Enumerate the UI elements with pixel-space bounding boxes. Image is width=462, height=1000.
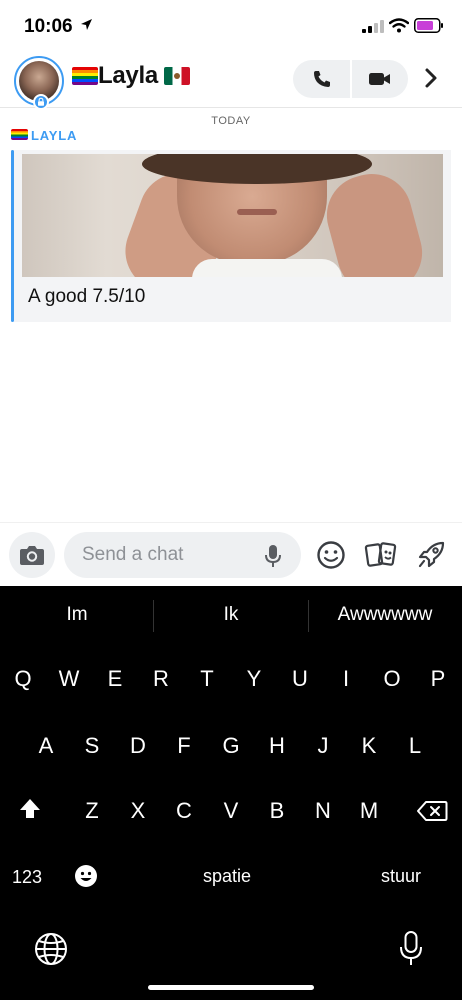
key-z[interactable]: Z xyxy=(75,798,109,824)
key-j[interactable]: J xyxy=(306,733,340,759)
chat-input[interactable] xyxy=(82,532,262,578)
sender-name: LAYLA xyxy=(31,128,78,143)
camera-icon xyxy=(20,546,44,565)
key-x[interactable]: X xyxy=(121,798,155,824)
smiley-icon xyxy=(317,541,345,569)
avatar[interactable] xyxy=(14,56,64,110)
key-e[interactable]: E xyxy=(98,666,132,692)
key-c[interactable]: C xyxy=(167,798,201,824)
suggestion-1[interactable]: Im xyxy=(52,604,102,626)
sender-label: LAYLA xyxy=(11,128,77,143)
suggestion-bar: Im Ik Awwwwww xyxy=(0,586,462,648)
signal-icon xyxy=(362,20,384,33)
mexico-flag-icon xyxy=(163,67,190,85)
video-camera-icon xyxy=(368,73,390,85)
message-caption: A good 7.5/10 xyxy=(28,286,146,307)
key-s[interactable]: S xyxy=(75,733,109,759)
stickers-button[interactable] xyxy=(364,538,398,572)
emoji-button[interactable] xyxy=(314,538,348,572)
key-m[interactable]: M xyxy=(352,798,386,824)
key-w[interactable]: W xyxy=(52,666,86,692)
key-g[interactable]: G xyxy=(214,733,248,759)
emoji-keyboard-icon[interactable] xyxy=(74,864,98,888)
composer-bar xyxy=(0,522,462,586)
numbers-key[interactable]: 123 xyxy=(12,867,42,888)
key-l[interactable]: L xyxy=(398,733,432,759)
contact-name[interactable]: Layla xyxy=(72,62,190,90)
key-k[interactable]: K xyxy=(352,733,386,759)
keyboard: Im Ik Awwwwww Q W E R T Y U I O P A S D … xyxy=(0,586,462,1000)
voice-call-button[interactable] xyxy=(293,60,350,98)
chevron-right-icon[interactable] xyxy=(424,67,438,89)
rocket-icon xyxy=(418,541,445,568)
clock: 10:06 xyxy=(24,16,73,37)
chat-input-container xyxy=(64,532,301,578)
space-key[interactable]: spatie xyxy=(203,866,251,887)
key-t[interactable]: T xyxy=(190,666,224,692)
key-n[interactable]: N xyxy=(306,798,340,824)
key-d[interactable]: D xyxy=(121,733,155,759)
wifi-icon xyxy=(389,18,409,33)
key-v[interactable]: V xyxy=(214,798,248,824)
key-f[interactable]: F xyxy=(167,733,201,759)
contact-name-text: Layla xyxy=(98,62,158,89)
suggestion-2[interactable]: Ik xyxy=(206,604,256,626)
camera-button[interactable] xyxy=(9,532,55,578)
date-divider: TODAY xyxy=(211,115,251,127)
video-call-button[interactable] xyxy=(351,60,408,98)
battery-icon xyxy=(414,18,443,33)
shift-icon[interactable] xyxy=(18,797,42,821)
key-r[interactable]: R xyxy=(144,666,178,692)
microphone-icon[interactable] xyxy=(264,543,282,569)
key-a[interactable]: A xyxy=(29,733,63,759)
return-key[interactable]: stuur xyxy=(381,866,421,887)
phone-icon xyxy=(313,71,330,87)
snap-thumbnail[interactable] xyxy=(22,154,443,277)
key-p[interactable]: P xyxy=(421,666,455,692)
backspace-icon[interactable] xyxy=(416,800,448,822)
location-arrow-icon xyxy=(81,19,92,30)
key-h[interactable]: H xyxy=(260,733,294,759)
globe-icon[interactable] xyxy=(34,932,68,966)
key-b[interactable]: B xyxy=(260,798,294,824)
rainbow-flag-icon xyxy=(11,129,28,140)
dictation-microphone-icon[interactable] xyxy=(398,930,424,968)
home-indicator xyxy=(148,985,314,990)
games-button[interactable] xyxy=(414,538,448,572)
key-u[interactable]: U xyxy=(283,666,317,692)
lock-icon xyxy=(33,94,49,110)
status-bar: 10:06 xyxy=(0,0,462,50)
chat-header: Layla xyxy=(0,50,462,110)
snap-reply-message[interactable]: A good 7.5/10 xyxy=(14,150,451,322)
rainbow-flag-icon xyxy=(72,67,98,85)
call-buttons xyxy=(293,60,408,98)
key-y[interactable]: Y xyxy=(237,666,271,692)
suggestion-3[interactable]: Awwwwww xyxy=(325,604,445,626)
key-o[interactable]: O xyxy=(375,666,409,692)
sticker-cards-icon xyxy=(364,542,397,567)
key-q[interactable]: Q xyxy=(6,666,40,692)
key-i[interactable]: I xyxy=(329,666,363,692)
